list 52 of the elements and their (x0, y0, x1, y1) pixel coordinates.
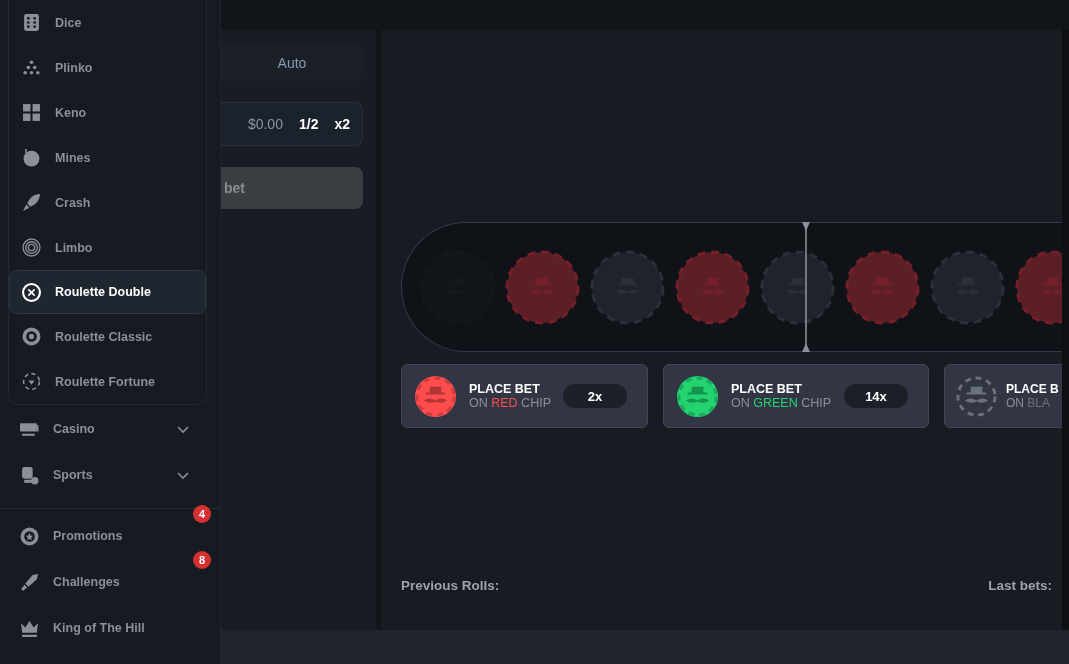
link-label: Challenges (53, 575, 121, 589)
count-badge: 8 (193, 551, 211, 569)
card-title: PLACE BET (469, 382, 541, 396)
sidebar-item[interactable]: Limbo (9, 225, 206, 270)
wheel-x-icon (22, 282, 41, 302)
dice-icon (22, 13, 41, 32)
count-badge: 4 (193, 505, 211, 523)
sidebar-item[interactable]: Dice (9, 0, 206, 45)
fortune-icon (22, 372, 41, 391)
bet-card[interactable]: PLACE B ON BLA (944, 364, 1062, 428)
card-title: PLACE BET (731, 382, 803, 396)
sidebar-item[interactable]: Roulette Double (9, 270, 206, 314)
bet-button[interactable]: bet (221, 167, 363, 209)
last-bets-label: Last bets: (988, 578, 1052, 593)
section-label: Casino (53, 422, 96, 436)
sidebar-item[interactable]: Keno (9, 90, 206, 135)
bet-amount-field[interactable]: $0.00 1/2 x2 (221, 102, 363, 146)
bet-card[interactable]: PLACE BET ON GREEN CHIP 14x (663, 364, 929, 428)
sidebar-section[interactable]: Sports (0, 452, 220, 498)
sidebar-link[interactable]: King of The Hill (0, 605, 192, 651)
sidebar-item[interactable]: Plinko (9, 45, 206, 90)
sidebar-item[interactable]: Roulette Classic (9, 314, 206, 359)
multiplier-badge: 2x (563, 384, 627, 408)
sidebar-section[interactable]: Casino (0, 406, 220, 452)
keno-icon (22, 103, 41, 122)
card-subtitle: ON GREEN CHIP (731, 396, 832, 410)
card-subtitle: ON RED CHIP (469, 396, 551, 410)
sidebar-item[interactable]: Mines (9, 135, 206, 180)
sidebar-item[interactable]: Roulette Fortune (9, 359, 206, 404)
mines-icon (22, 148, 41, 167)
sidebar-item[interactable]: Crash (9, 180, 206, 225)
bet-card[interactable]: PLACE BET ON RED CHIP 2x (401, 364, 648, 428)
rings-icon (22, 238, 41, 257)
card-subtitle: ON BLA (1006, 396, 1052, 410)
card-title: PLACE B (1006, 382, 1060, 396)
wheel-icon (22, 327, 41, 346)
sidebar-link[interactable]: Promotions (0, 513, 192, 559)
plinko-icon (22, 58, 41, 77)
previous-rolls-label: Previous Rolls: (401, 578, 500, 593)
crown-icon (20, 618, 39, 638)
link-label: Promotions (53, 529, 124, 543)
link-label: King of The Hill (53, 621, 146, 635)
double-button[interactable]: x2 (328, 112, 356, 136)
half-button[interactable]: 1/2 (292, 112, 325, 136)
sword-icon (20, 572, 39, 592)
sidebar-link[interactable]: Challenges (0, 559, 192, 605)
sports-icon (20, 465, 39, 485)
scrollbar[interactable] (1062, 30, 1069, 630)
section-label: Sports (53, 468, 94, 482)
mode-tab[interactable]: Auto (221, 45, 363, 81)
badge-icon (20, 526, 39, 546)
multiplier-badge: 14x (844, 384, 908, 408)
